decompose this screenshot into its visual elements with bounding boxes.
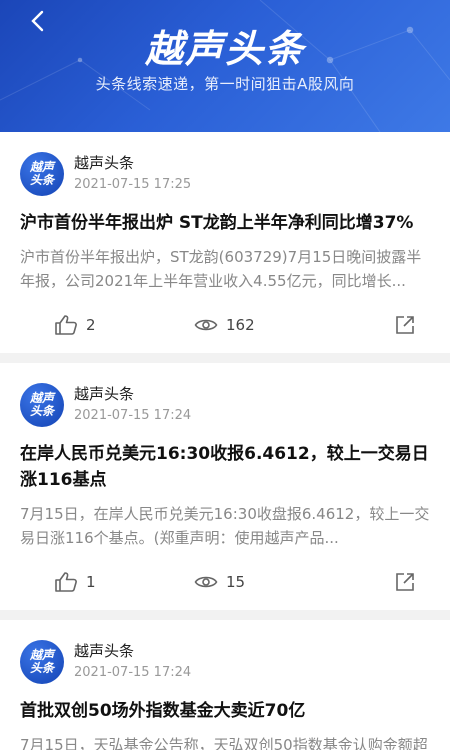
thumbs-up-icon — [55, 572, 77, 592]
article-actions: 2 162 — [20, 297, 430, 353]
article-actions: 1 15 — [20, 554, 430, 610]
avatar-text-bottom: 头条 — [29, 404, 54, 418]
eye-icon — [194, 576, 218, 588]
article-summary: 沪市首份半年报出炉，ST龙韵(603729)7月15日晚间披露半年报，公司202… — [20, 248, 422, 290]
share-icon — [396, 573, 414, 591]
page-title: 越声头条 — [144, 27, 305, 71]
article-source-row: 越声 头条 越声头条 2021-07-15 17:25 — [20, 152, 430, 196]
avatar: 越声 头条 — [20, 152, 64, 196]
view-count-group: 162 — [194, 316, 334, 334]
share-button[interactable] — [394, 571, 416, 593]
header-banner: 越声头条 头条线索速递，第一时间狙击A股风向 — [0, 0, 450, 132]
avatar-text-bottom: 头条 — [29, 661, 54, 675]
source-name: 越声头条 — [74, 642, 135, 660]
like-count: 1 — [86, 573, 96, 591]
view-count: 162 — [226, 316, 255, 334]
article-source-row: 越声 头条 越声头条 2021-07-15 17:24 — [20, 383, 430, 427]
article-title[interactable]: 沪市首份半年报出炉 ST龙韵上半年净利同比增37% — [20, 210, 430, 236]
share-icon — [396, 316, 414, 334]
view-count: 15 — [226, 573, 246, 591]
source-name: 越声头条 — [74, 154, 135, 172]
like-button[interactable]: 1 — [54, 571, 194, 593]
article-source-row: 越声 头条 越声头条 2021-07-15 17:24 — [20, 640, 430, 684]
article-card[interactable]: 越声 头条 越声头条 2021-07-15 17:24 在岸人民币兑美元16:3… — [0, 363, 450, 610]
article-title[interactable]: 首批双创50场外指数基金大卖近70亿 — [20, 698, 430, 724]
article-card[interactable]: 越声 头条 越声头条 2021-07-15 17:24 首批双创50场外指数基金… — [0, 620, 450, 750]
eye-icon — [194, 319, 218, 331]
publish-time: 2021-07-15 17:25 — [74, 177, 192, 192]
article-title[interactable]: 在岸人民币兑美元16:30收报6.4612，较上一交易日涨116基点 — [20, 441, 430, 493]
avatar: 越声 头条 — [20, 640, 64, 684]
thumbs-up-icon — [55, 315, 77, 335]
share-button[interactable] — [394, 314, 416, 336]
view-count-group: 15 — [194, 573, 334, 591]
source-name: 越声头条 — [74, 385, 135, 403]
page-subtitle: 头条线索速递，第一时间狙击A股风向 — [95, 75, 355, 93]
publish-time: 2021-07-15 17:24 — [74, 665, 192, 680]
publish-time: 2021-07-15 17:24 — [74, 408, 192, 423]
like-button[interactable]: 2 — [54, 314, 194, 336]
avatar: 越声 头条 — [20, 383, 64, 427]
article-summary: 7月15日，在岸人民币兑美元16:30收盘报6.4612，较上一交易日涨116个… — [20, 505, 430, 547]
like-count: 2 — [86, 316, 96, 334]
article-card[interactable]: 越声 头条 越声头条 2021-07-15 17:25 沪市首份半年报出炉 ST… — [0, 132, 450, 353]
article-summary: 7月15日，天弘基金公告称，天弘双创50指数基金认购金额超过30亿元，将对7月1… — [20, 736, 428, 750]
avatar-text-bottom: 头条 — [29, 173, 54, 187]
